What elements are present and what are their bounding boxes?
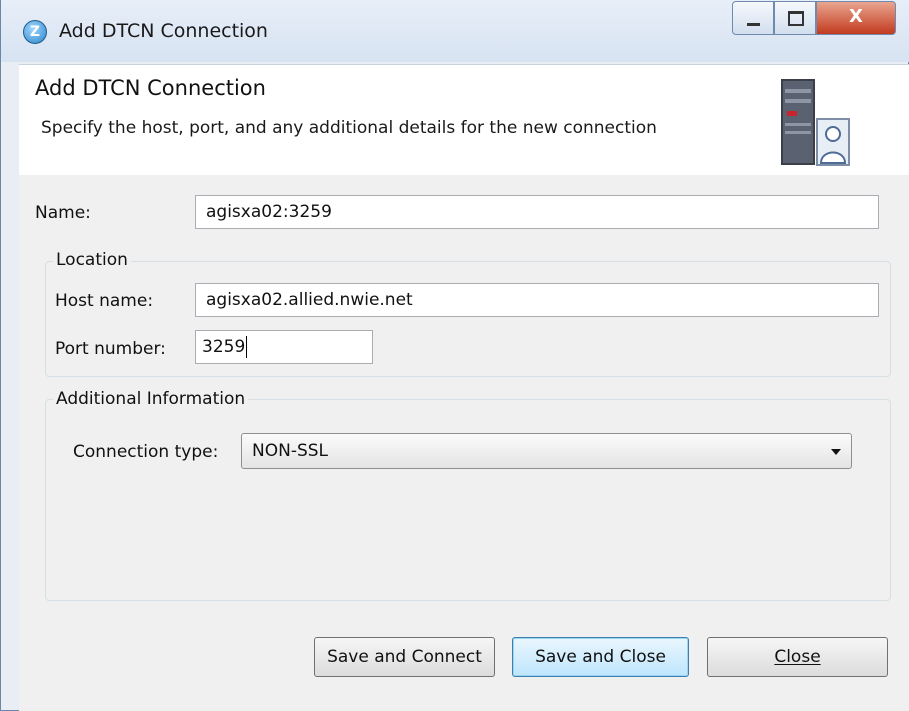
save-and-close-button[interactable]: Save and Close [512,637,689,677]
port-number-value: 3259 [202,337,246,357]
close-window-button[interactable]: X [816,1,896,35]
dialog-window: Z Add DTCN Connection X Add DTCN Connect… [0,0,909,711]
maximize-button[interactable] [774,1,816,35]
banner-title: Add DTCN Connection [35,76,266,100]
chevron-down-icon [831,449,841,455]
name-input[interactable]: agisxa02:3259 [195,195,879,229]
close-button[interactable]: Close [707,637,888,677]
connection-type-label: Connection type: [73,442,219,462]
name-label: Name: [35,203,91,223]
additional-information-title: Additional Information [53,389,249,409]
maximize-icon [788,11,804,26]
location-group [45,261,891,377]
title-bar[interactable]: Z Add DTCN Connection X [1,0,909,62]
host-name-label: Host name: [55,291,154,311]
port-number-input[interactable]: 3259 [195,330,373,364]
minimize-icon [747,23,760,26]
app-logo-icon: Z [23,20,47,44]
host-name-input[interactable]: agisxa02.allied.nwie.net [195,283,879,317]
connection-type-value: NON-SSL [252,441,329,461]
server-user-icon [781,79,850,166]
location-group-title: Location [53,250,131,270]
banner-subtitle: Specify the host, port, and any addition… [41,118,657,138]
port-number-label: Port number: [55,339,166,359]
close-button-label: Close [774,647,821,667]
dialog-banner: Add DTCN Connection Specify the host, po… [19,64,909,176]
save-and-connect-button[interactable]: Save and Connect [314,637,495,677]
additional-information-group [45,399,891,601]
connection-form: Name: agisxa02:3259 Location Host name: … [19,175,909,711]
window-title: Add DTCN Connection [59,20,268,42]
text-cursor [246,336,248,358]
connection-type-select[interactable]: NON-SSL [241,433,852,469]
minimize-button[interactable] [732,1,774,35]
close-icon: X [849,6,863,27]
